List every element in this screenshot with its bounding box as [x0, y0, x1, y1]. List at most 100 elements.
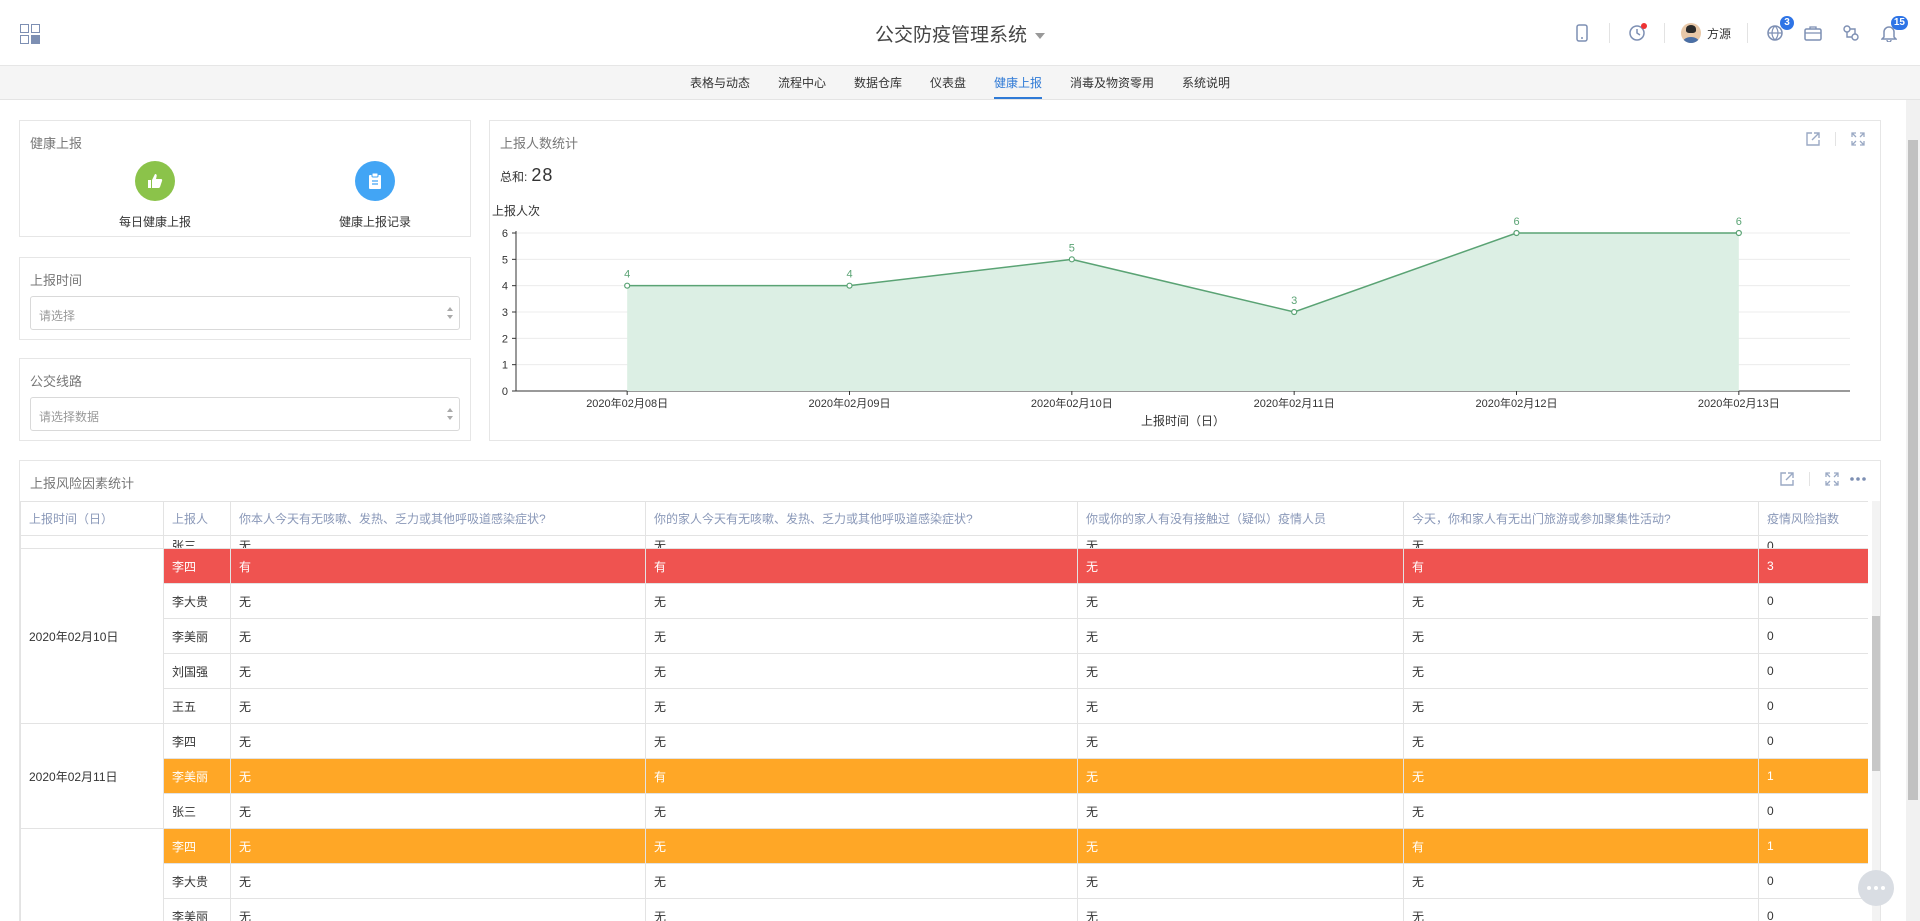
risk-index-cell: 1 — [1758, 828, 1868, 864]
report-time-panel: 上报时间 请选择 — [19, 257, 471, 340]
globe-badge: 3 — [1780, 16, 1794, 30]
table-row[interactable]: 李大贵无无无无 0 — [21, 863, 1868, 899]
y-axis-label: 上报人次 — [492, 203, 540, 218]
risk-index-cell: 0 — [1758, 793, 1868, 829]
risk-table-scroll[interactable]: 上报时间（日） 上报人 你本人今天有无咳嗽、发热、乏力或其他呼吸道感染症状? 你… — [20, 501, 1868, 921]
report-records-button[interactable]: 健康上报记录 — [305, 161, 445, 230]
risk-factor-panel: 上报风险因素统计 上报时间（日） 上报人 你本人今天有无咳嗽、发热、乏力或其他呼… — [19, 460, 1881, 921]
col-header-risk-index[interactable]: 疫情风险指数 — [1758, 501, 1868, 536]
date-cell: 2020年02月10日 — [20, 548, 164, 724]
answer-cell: 无 — [230, 723, 646, 759]
table-row[interactable]: 2020年02月11日 李四无无无无 0 — [20, 723, 1868, 829]
table-row[interactable]: 张三无无无无 0 — [21, 793, 1868, 829]
table-row[interactable]: 李美丽无无无无 0 — [21, 898, 1868, 921]
answer-cell: 无 — [1077, 548, 1404, 584]
y-tick-label: 6 — [502, 228, 508, 240]
tab-data-warehouse[interactable]: 数据仓库 — [840, 66, 916, 99]
connect-icon[interactable] — [1840, 22, 1862, 44]
answer-cell: 无 — [1403, 535, 1759, 549]
data-point — [846, 282, 853, 289]
answer-cell: 无 — [1077, 618, 1404, 654]
y-tick-label: 0 — [502, 386, 508, 398]
divider — [1663, 23, 1665, 43]
col-header-contact[interactable]: 你或你的家人有没有接触过（疑似）疫情人员 — [1077, 501, 1404, 536]
reporter-cell: 李大贵 — [163, 583, 231, 619]
avatar — [1680, 23, 1701, 43]
report-time-select[interactable]: 请选择 — [30, 296, 460, 330]
col-header-self-symptoms[interactable]: 你本人今天有无咳嗽、发热、乏力或其他呼吸道感染症状? — [230, 501, 646, 536]
answer-cell: 无 — [1077, 898, 1404, 921]
answer-cell: 无 — [1403, 618, 1759, 654]
user-menu[interactable]: 方源 — [1680, 23, 1731, 43]
table-scrollbar[interactable] — [1872, 501, 1880, 921]
globe-icon[interactable]: 3 — [1764, 16, 1794, 44]
col-header-reporter[interactable]: 上报人 — [163, 501, 231, 536]
risk-index-cell: 1 — [1758, 758, 1868, 794]
divider — [1809, 472, 1810, 486]
col-header-date[interactable]: 上报时间（日） — [20, 501, 164, 536]
data-label: 5 — [1069, 242, 1075, 254]
panel-title: 上报时间 — [30, 273, 83, 288]
page-scrollbar[interactable] — [1906, 100, 1920, 921]
scrollbar-thumb[interactable] — [1908, 140, 1918, 800]
answer-cell: 无 — [645, 583, 1078, 619]
table-row[interactable]: 李美丽无有无无 1 — [21, 758, 1868, 794]
more-icon[interactable] — [1848, 469, 1868, 489]
top-header: 公交防疫管理系统 方源 3 15 — [0, 0, 1920, 66]
bus-route-select[interactable]: 请选择数据 — [30, 397, 460, 431]
briefcase-icon[interactable] — [1802, 22, 1824, 44]
panel-toolbar — [1765, 469, 1868, 489]
tab-process-center[interactable]: 流程中心 — [764, 66, 840, 99]
risk-index-cell: 0 — [1758, 653, 1868, 689]
answer-cell: 无 — [1077, 793, 1404, 829]
data-label: 6 — [1513, 216, 1519, 228]
table-row[interactable]: 李大贵无无无无 0 — [21, 583, 1868, 619]
scrollbar-thumb[interactable] — [1872, 616, 1880, 771]
table-row[interactable]: 刘国强无无无无 0 — [21, 653, 1868, 689]
fullscreen-icon[interactable] — [1822, 469, 1842, 489]
floating-more-button[interactable] — [1858, 870, 1894, 906]
table-row[interactable]: 2020年02月10日 李四有有无有 3 — [20, 548, 1868, 724]
answer-cell: 无 — [230, 793, 646, 829]
daily-report-button[interactable]: 每日健康上报 — [85, 161, 225, 230]
table-row[interactable]: 李美丽无无无无 0 — [21, 618, 1868, 654]
table-row[interactable]: 张三无无无无 0 — [20, 535, 1868, 549]
answer-cell: 无 — [645, 828, 1078, 864]
answer-cell: 无 — [1077, 828, 1404, 864]
tab-disinfection[interactable]: 消毒及物资零用 — [1056, 66, 1168, 99]
risk-index-cell: 0 — [1758, 898, 1868, 921]
y-tick-label: 5 — [502, 254, 508, 266]
series-area — [627, 233, 1739, 391]
report-count-panel: 上报人数统计 总和: 28 上报人次 0 1 2 3 4 5 6 4 2020年02月08日 4 202… — [489, 120, 1881, 441]
answer-cell: 无 — [1403, 653, 1759, 689]
alarm-icon[interactable] — [1626, 22, 1648, 44]
answer-cell: 有 — [230, 548, 646, 584]
risk-index-cell: 0 — [1758, 583, 1868, 619]
header-toolbar: 方源 3 15 — [1555, 16, 1908, 48]
daily-report-label: 每日健康上报 — [118, 215, 191, 229]
mobile-icon[interactable] — [1571, 22, 1593, 44]
data-point — [1291, 308, 1298, 316]
bell-icon[interactable]: 15 — [1878, 16, 1908, 44]
date-cell — [20, 535, 164, 549]
col-header-travel[interactable]: 今天，你和家人有无出门旅游或参加聚集性活动? — [1403, 501, 1759, 536]
thumb-icon — [135, 161, 175, 201]
select-arrows-icon — [447, 307, 453, 321]
tab-system-info[interactable]: 系统说明 — [1168, 66, 1244, 99]
reporter-cell: 李四 — [163, 828, 231, 864]
col-header-family-symptoms[interactable]: 你的家人今天有无咳嗽、发热、乏力或其他呼吸道感染症状? — [645, 501, 1078, 536]
answer-cell: 无 — [645, 688, 1078, 724]
tab-tables[interactable]: 表格与动态 — [676, 66, 764, 99]
y-tick-label: 1 — [502, 360, 508, 372]
answer-cell: 无 — [1077, 758, 1404, 794]
y-tick-label: 4 — [502, 281, 508, 293]
risk-index-cell: 0 — [1758, 535, 1868, 549]
open-external-icon[interactable] — [1777, 469, 1797, 489]
clipboard-icon — [355, 161, 395, 201]
tab-dashboard[interactable]: 仪表盘 — [916, 66, 980, 99]
table-row[interactable]: 李四无无无有 1 — [20, 828, 1868, 921]
tab-health-report[interactable]: 健康上报 — [980, 66, 1056, 99]
risk-table: 上报时间（日） 上报人 你本人今天有无咳嗽、发热、乏力或其他呼吸道感染症状? 你… — [20, 501, 1868, 921]
answer-cell: 无 — [645, 863, 1078, 899]
table-row[interactable]: 王五无无无无 0 — [21, 688, 1868, 724]
